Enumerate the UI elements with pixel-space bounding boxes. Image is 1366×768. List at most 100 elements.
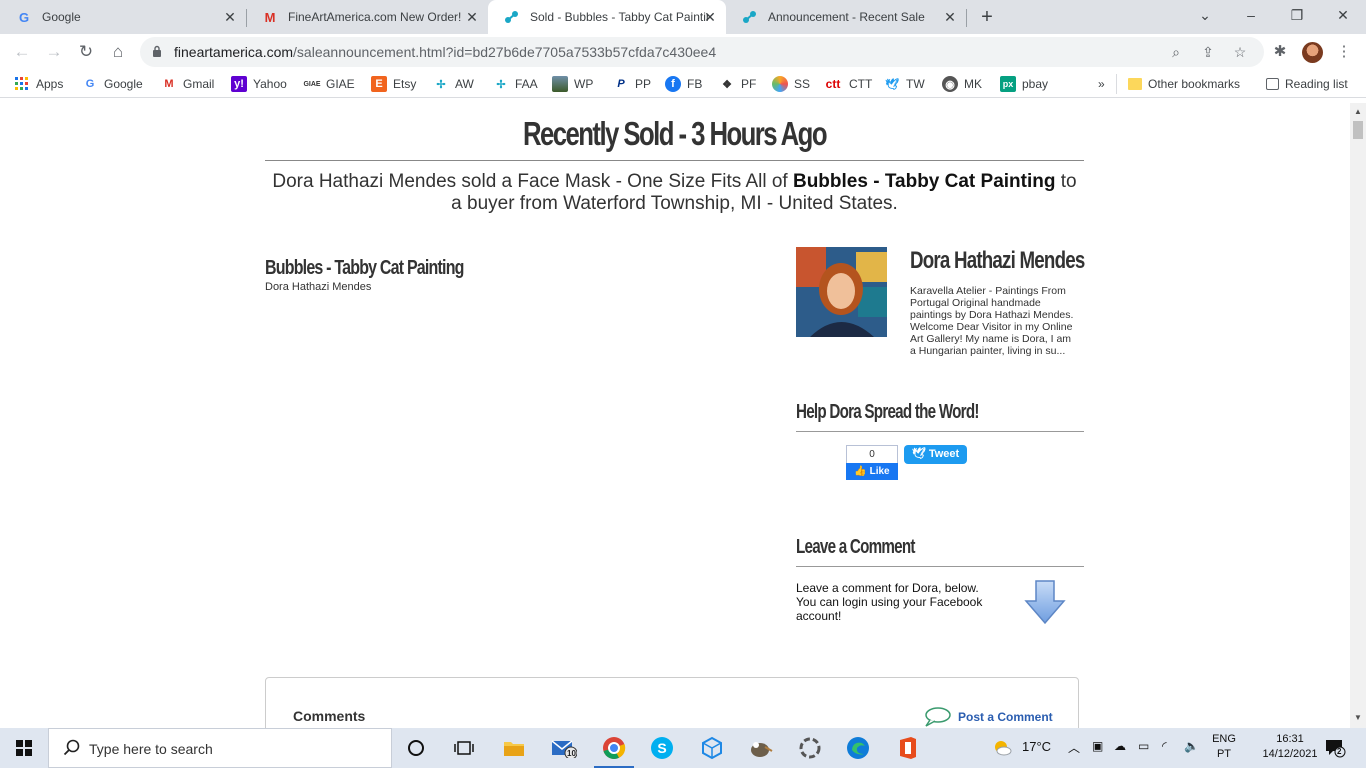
new-tab-button[interactable]: + — [964, 2, 1010, 32]
edge-icon[interactable] — [844, 734, 872, 762]
scroll-up-icon[interactable]: ▲ — [1354, 107, 1362, 116]
bookmark-google[interactable]: G Google — [82, 75, 143, 93]
bookmark-giae[interactable]: GIAE GIAE — [303, 75, 354, 93]
zoom-search-icon[interactable]: ⌕ — [1166, 42, 1186, 62]
show-hidden-icons[interactable]: ︿ — [1068, 739, 1080, 756]
battery-icon[interactable]: ▭ — [1138, 739, 1149, 753]
svg-text:S: S — [657, 740, 666, 756]
forward-button[interactable]: → — [42, 40, 66, 64]
gimp-icon[interactable] — [746, 734, 774, 762]
artwork-title[interactable]: Bubbles - Tabby Cat Painting — [265, 257, 464, 280]
3d-viewer-icon[interactable] — [698, 734, 726, 762]
spread-word-heading: Help Dora Spread the Word! — [796, 401, 979, 423]
bookmark-pp[interactable]: P PP — [613, 75, 651, 93]
share-icon[interactable]: ⇪ — [1198, 42, 1218, 62]
extensions-icon[interactable]: ✱ — [1270, 42, 1290, 62]
start-button[interactable] — [0, 728, 48, 768]
reload-button[interactable]: ↻ — [74, 40, 98, 64]
giae-icon: GIAE — [303, 80, 321, 88]
notifications-icon[interactable]: 2 — [1324, 738, 1346, 761]
tab-announcement[interactable]: Announcement - Recent Sale ✕ — [726, 0, 966, 34]
meet-now-icon[interactable]: ▣ — [1092, 739, 1103, 753]
reading-list-button[interactable]: Reading list — [1266, 75, 1348, 93]
twitter-icon: 🕊 — [911, 448, 929, 460]
artwork-artist[interactable]: Dora Hathazi Mendes — [265, 281, 371, 293]
address-bar[interactable]: fineartamerica.com/saleannouncement.html… — [140, 37, 1264, 67]
page-scrollbar[interactable]: ▲ ▼ — [1350, 103, 1366, 728]
post-comment-link[interactable]: Post a Comment — [922, 706, 1053, 728]
bookmark-label: CTT — [849, 77, 873, 91]
like-button[interactable]: 👍 Like — [846, 463, 898, 480]
bookmark-wp[interactable]: WP — [552, 75, 593, 93]
comments-title: Comments — [293, 708, 366, 724]
url-text[interactable]: fineartamerica.com/saleannouncement.html… — [174, 44, 716, 60]
minimize-button[interactable]: – — [1228, 0, 1274, 30]
tab-sold-bubbles[interactable]: Sold - Bubbles - Tabby Cat Painting ✕ — [488, 0, 726, 34]
weather-temp[interactable]: 17°C — [1022, 739, 1051, 754]
mail-icon[interactable]: 10 — [550, 734, 578, 762]
tab-strip: G Google ✕ M FineArtAmerica.com New Orde… — [0, 0, 1366, 34]
app-pinwheel-icon[interactable] — [796, 734, 824, 762]
restore-button[interactable]: ❐ — [1274, 0, 1320, 30]
wifi-icon[interactable]: ◜ — [1162, 739, 1167, 753]
like-label: Like — [869, 466, 890, 477]
bookmark-gmail[interactable]: M Gmail — [161, 75, 214, 93]
bookmark-yahoo[interactable]: y! Yahoo — [231, 75, 287, 93]
file-explorer-icon[interactable] — [500, 734, 528, 762]
onedrive-icon[interactable]: ☁ — [1114, 739, 1126, 753]
skype-icon[interactable]: S — [648, 734, 676, 762]
bookmarks-overflow-button[interactable]: » — [1098, 75, 1105, 93]
tab-google[interactable]: G Google ✕ — [0, 0, 246, 34]
bookmark-aw[interactable]: ✢ AW — [433, 75, 474, 93]
cortana-icon[interactable] — [402, 734, 430, 762]
tab-search-icon[interactable]: ⌄ — [1182, 0, 1228, 30]
bookmark-apps[interactable]: Apps — [14, 75, 63, 93]
task-view-icon[interactable] — [450, 734, 478, 762]
artist-name[interactable]: Dora Hathazi Mendes — [910, 247, 1085, 275]
close-icon[interactable]: ✕ — [942, 9, 958, 25]
language-indicator[interactable]: ENG PT — [1208, 732, 1240, 762]
artwork-link[interactable]: Bubbles - Tabby Cat Painting — [793, 171, 1056, 192]
system-clock[interactable]: 16:31 14/12/2021 — [1260, 732, 1320, 762]
back-button[interactable]: ← — [10, 40, 34, 64]
bookmarks-bar: Apps G Google M Gmail y! Yahoo GIAE GIAE E Et… — [0, 70, 1366, 98]
bookmark-ss[interactable]: SS — [772, 75, 810, 93]
tab-gmail[interactable]: M FineArtAmerica.com New Order! ✕ — [246, 0, 488, 34]
bookmark-mk[interactable]: ◉ MK — [942, 75, 982, 93]
scrollbar-thumb[interactable] — [1353, 121, 1363, 139]
lock-icon[interactable] — [152, 45, 162, 58]
paypal-icon: P — [617, 78, 625, 90]
bookmark-etsy[interactable]: E Etsy — [371, 75, 416, 93]
volume-icon[interactable]: 🔈 — [1184, 739, 1199, 753]
google-icon: G — [18, 9, 30, 25]
bookmark-other[interactable]: Other bookmarks — [1128, 75, 1240, 93]
window-close-button[interactable]: ✕ — [1320, 0, 1366, 30]
bookmark-pbay[interactable]: px pbay — [1000, 75, 1048, 93]
office-icon[interactable] — [894, 734, 922, 762]
close-icon[interactable]: ✕ — [702, 9, 718, 25]
menu-kebab-icon[interactable]: ⋮ — [1334, 42, 1354, 62]
px-icon: px — [1000, 76, 1016, 92]
language-code: ENG — [1212, 733, 1236, 745]
scroll-down-icon[interactable]: ▼ — [1354, 713, 1362, 722]
bookmark-pf[interactable]: ❖ PF — [719, 75, 756, 93]
bookmark-faa[interactable]: ✢ FAA — [493, 75, 537, 93]
close-icon[interactable]: ✕ — [464, 9, 480, 25]
weather-icon[interactable] — [992, 738, 1012, 761]
chrome-taskbar-icon[interactable] — [594, 734, 634, 768]
home-button[interactable]: ⌂ — [106, 40, 130, 64]
bookmark-star-icon[interactable]: ☆ — [1230, 42, 1250, 62]
artist-portrait[interactable] — [796, 247, 887, 337]
bookmark-fb[interactable]: f FB — [665, 75, 702, 93]
tweet-button[interactable]: 🕊 Tweet — [904, 445, 967, 464]
facebook-icon: f — [665, 76, 681, 92]
taskbar-search[interactable]: Type here to search — [48, 728, 392, 768]
bookmark-ctt[interactable]: ctt CTT — [823, 75, 873, 93]
faa-icon: ✢ — [496, 78, 506, 91]
profile-avatar[interactable] — [1302, 42, 1323, 63]
facebook-like-button[interactable]: 0 👍 Like — [846, 445, 898, 481]
close-icon[interactable]: ✕ — [222, 9, 238, 25]
bookmark-label: SS — [794, 77, 811, 91]
etsy-icon: E — [371, 76, 387, 92]
bookmark-tw[interactable]: 🕊 TW — [884, 75, 925, 93]
